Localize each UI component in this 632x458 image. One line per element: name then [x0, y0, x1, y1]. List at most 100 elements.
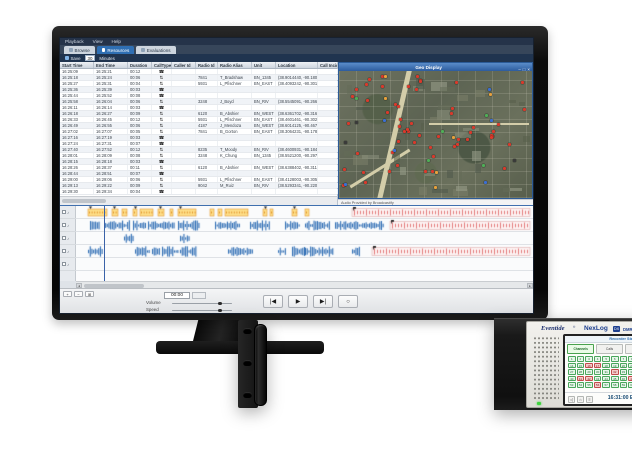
column-header-unit[interactable]: Unit — [252, 62, 276, 68]
zoom-in-icon[interactable]: + — [63, 291, 72, 297]
channel-cell[interactable]: 46 — [620, 376, 628, 382]
lcd-screen[interactable]: Recorder Status ChannelsCallsAlarmsSetup… — [565, 336, 632, 404]
map-marker-red[interactable] — [362, 171, 365, 174]
map-marker-red[interactable] — [416, 75, 419, 78]
channel-cell[interactable]: 59 — [620, 382, 628, 388]
lcd-tab-alarms[interactable]: Alarms — [625, 344, 632, 354]
channel-cell[interactable]: 55 — [585, 382, 593, 388]
map-marker-dark[interactable] — [344, 141, 347, 144]
track-audio-icon[interactable]: ♪ — [67, 223, 69, 228]
column-header-caller-id[interactable]: Caller Id — [172, 62, 196, 68]
column-header-call-incident-type[interactable]: Call Incident Type — [318, 62, 338, 68]
map-marker-red[interactable] — [418, 134, 421, 137]
map-marker-red[interactable] — [396, 164, 399, 167]
map-marker-red[interactable] — [351, 95, 354, 98]
channel-cell[interactable]: 56 — [594, 382, 602, 388]
channel-cell[interactable]: 42 — [585, 376, 593, 382]
map-marker-red[interactable] — [521, 81, 524, 84]
channel-cell[interactable]: 41 — [577, 376, 585, 382]
channel-cell[interactable]: 33 — [620, 369, 628, 375]
channel-cell[interactable]: 27 — [568, 369, 576, 375]
map-marker-blue[interactable] — [393, 149, 396, 152]
column-header-location[interactable]: Location — [276, 62, 318, 68]
play-button[interactable]: ▶ — [288, 295, 308, 308]
map-marker-green[interactable] — [482, 164, 485, 167]
channel-cell[interactable]: 20 — [620, 363, 628, 369]
minutes-count-input[interactable]: 30 — [85, 55, 96, 61]
map-marker-green[interactable] — [441, 130, 444, 133]
map-marker-red[interactable] — [407, 85, 410, 88]
map-marker-red[interactable] — [508, 143, 511, 146]
map-marker-red[interactable] — [366, 99, 369, 102]
back-icon[interactable]: ◁ — [568, 396, 575, 403]
track-audio-icon[interactable]: ♪ — [67, 262, 69, 267]
table-scrollbar[interactable] — [60, 196, 338, 205]
channel-cell[interactable]: 44 — [602, 376, 610, 382]
map-marker-red[interactable] — [399, 118, 402, 121]
map-marker-orange[interactable] — [384, 75, 387, 78]
column-header-end-time[interactable]: End Time — [94, 62, 128, 68]
map-marker-blue[interactable] — [344, 183, 347, 186]
speed-slider[interactable] — [172, 310, 232, 312]
menu-item-playback[interactable]: Playback — [65, 38, 84, 45]
map-marker-red[interactable] — [406, 128, 409, 131]
track-audio-icon[interactable]: ♪ — [67, 249, 69, 254]
channel-cell[interactable]: 40 — [568, 376, 576, 382]
map-marker-red[interactable] — [450, 112, 453, 115]
menu-item-help[interactable]: Help — [112, 38, 121, 45]
column-header-duration[interactable]: Duration — [128, 62, 152, 68]
channel-cell[interactable]: 60 — [628, 382, 632, 388]
map-marker-orange[interactable] — [489, 93, 492, 96]
column-header-calltype[interactable]: CallType — [152, 62, 172, 68]
channel-cell[interactable]: 15 — [577, 363, 585, 369]
track-checkbox[interactable] — [62, 210, 66, 214]
timeline-scroll-thumb[interactable] — [84, 284, 144, 288]
volume-knob[interactable] — [218, 302, 222, 306]
channel-cell[interactable]: 6 — [611, 356, 619, 362]
map-marker-red[interactable] — [365, 83, 368, 86]
channel-cell[interactable]: 4 — [594, 356, 602, 362]
previous-button[interactable]: |◀ — [263, 295, 283, 308]
map-marker-dark[interactable] — [355, 121, 358, 124]
map-marker-red[interactable] — [364, 181, 367, 184]
map-marker-red[interactable] — [343, 168, 346, 171]
column-header-radio-alias[interactable]: Radio Alias — [218, 62, 252, 68]
map-marker-red[interactable] — [497, 123, 500, 126]
map-marker-red[interactable] — [429, 146, 432, 149]
zoom-fit-icon[interactable]: ⊞ — [85, 291, 94, 297]
map-marker-red[interactable] — [410, 122, 413, 125]
menu-item-view[interactable]: View — [93, 38, 103, 45]
channel-cell[interactable]: 31 — [602, 369, 610, 375]
volume-slider[interactable] — [172, 303, 232, 305]
home-icon[interactable]: ⌂ — [577, 396, 584, 403]
channel-cell[interactable]: 45 — [611, 376, 619, 382]
channel-cell[interactable]: 28 — [577, 369, 585, 375]
map-marker-red[interactable] — [368, 78, 371, 81]
channel-cell[interactable]: 17 — [594, 363, 602, 369]
column-header-radio-id[interactable]: Radio Id — [196, 62, 218, 68]
map-marker-blue[interactable] — [490, 119, 493, 122]
left-handle[interactable] — [254, 324, 267, 406]
table-row[interactable]: 16:29:3016:29:3400:04☎ — [60, 189, 337, 195]
channel-cell[interactable]: 43 — [594, 376, 602, 382]
map-marker-red[interactable] — [466, 138, 469, 141]
track-checkbox[interactable] — [62, 262, 66, 266]
channel-cell[interactable]: 32 — [611, 369, 619, 375]
map-marker-red[interactable] — [472, 126, 475, 129]
map-marker-red[interactable] — [490, 136, 493, 139]
satellite-map[interactable] — [339, 71, 532, 198]
map-marker-red[interactable] — [381, 85, 384, 88]
next-button[interactable]: ▶| — [313, 295, 333, 308]
map-marker-red[interactable] — [456, 143, 459, 146]
tab-browse[interactable]: Browse — [64, 46, 95, 54]
map-marker-blue[interactable] — [383, 119, 386, 122]
lcd-tab-channels[interactable]: Channels — [567, 344, 594, 354]
channel-cell[interactable]: 1 — [568, 356, 576, 362]
channel-cell[interactable]: 18 — [602, 363, 610, 369]
save-button[interactable]: Save — [65, 56, 81, 61]
channel-cell[interactable]: 47 — [628, 376, 632, 382]
channel-cell[interactable]: 57 — [602, 382, 610, 388]
record-button[interactable]: ○ — [338, 295, 358, 308]
map-marker-red[interactable] — [355, 88, 358, 91]
channel-cell[interactable]: 21 — [628, 363, 632, 369]
